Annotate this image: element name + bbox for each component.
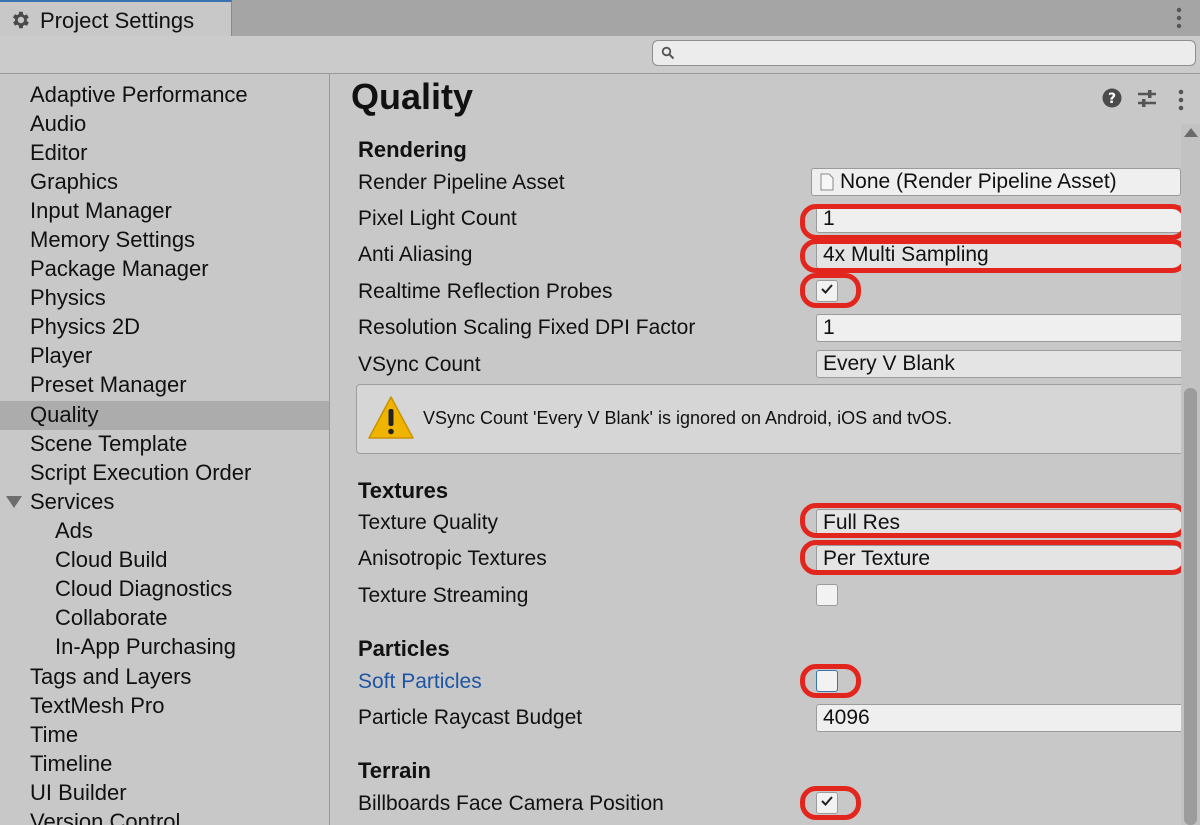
- sidebar-item-physics-2d[interactable]: Physics 2D: [30, 312, 140, 341]
- vsync-count-dropdown[interactable]: Every V Blank: [816, 350, 1186, 378]
- texture-streaming-label: Texture Streaming: [358, 584, 529, 607]
- sidebar-item-version-control[interactable]: Version Control: [30, 807, 180, 825]
- sidebar-item-quality[interactable]: Quality: [30, 400, 98, 429]
- warning-icon: [368, 396, 414, 439]
- sidebar-item-graphics[interactable]: Graphics: [30, 167, 118, 196]
- sidebar-item-editor[interactable]: Editor: [30, 138, 87, 167]
- render-pipeline-asset-label: Render Pipeline Asset: [358, 171, 565, 194]
- section-textures: Textures: [358, 478, 449, 503]
- pixel-light-count-label: Pixel Light Count: [358, 207, 517, 230]
- sidebar-item-timeline[interactable]: Timeline: [30, 749, 112, 778]
- billboards-face-camera-label: Billboards Face Camera Position: [358, 792, 664, 815]
- anti-aliasing-label: Anti Aliasing: [358, 243, 473, 266]
- sidebar-item-ui-builder[interactable]: UI Builder: [30, 778, 127, 807]
- sidebar-item-script-execution-order[interactable]: Script Execution Order: [30, 458, 251, 487]
- page-title: Quality: [351, 76, 474, 117]
- render-pipeline-asset-field[interactable]: None (Render Pipeline Asset): [811, 168, 1181, 196]
- soft-particles-label: Soft Particles: [358, 670, 482, 693]
- sidebar-item-textmesh-pro[interactable]: TextMesh Pro: [30, 691, 165, 720]
- sidebar: Adaptive Performance Audio Editor Graphi…: [0, 74, 330, 825]
- vsync-warning-text: VSync Count 'Every V Blank' is ignored o…: [423, 408, 953, 428]
- sidebar-item-cloud-diagnostics[interactable]: Cloud Diagnostics: [55, 574, 232, 603]
- sidebar-item-scene-template[interactable]: Scene Template: [30, 429, 187, 458]
- sidebar-item-ads[interactable]: Ads: [55, 516, 93, 545]
- sidebar-item-input-manager[interactable]: Input Manager: [30, 196, 172, 225]
- highlight-texture-quality: [800, 503, 1188, 538]
- section-terrain: Terrain: [358, 758, 431, 783]
- anisotropic-textures-label: Anisotropic Textures: [358, 547, 547, 570]
- settings-panel: Quality ? Rendering Render Pipeline Asse…: [331, 74, 1200, 825]
- scrollbar-thumb[interactable]: [1184, 388, 1197, 825]
- sidebar-item-time[interactable]: Time: [30, 720, 78, 749]
- highlight-soft-particles: [800, 664, 861, 698]
- sidebar-item-physics[interactable]: Physics: [30, 283, 106, 312]
- sidebar-item-cloud-build[interactable]: Cloud Build: [55, 545, 168, 574]
- sidebar-item-player[interactable]: Player: [30, 341, 92, 370]
- scroll-up-arrow-icon[interactable]: [1184, 128, 1198, 137]
- highlight-billboards-face-camera: [800, 786, 861, 820]
- particle-raycast-budget-label: Particle Raycast Budget: [358, 706, 583, 729]
- tab-project-settings[interactable]: Project Settings: [0, 0, 232, 36]
- highlight-anisotropic-textures: [800, 540, 1188, 575]
- sidebar-item-in-app-purchasing[interactable]: In-App Purchasing: [55, 632, 236, 661]
- expand-triangle-icon[interactable]: [6, 496, 22, 508]
- render-pipeline-asset-value: None (Render Pipeline Asset): [840, 170, 1117, 193]
- search-icon: [661, 46, 675, 60]
- highlight-realtime-reflection-probes: [800, 273, 861, 308]
- section-particles: Particles: [358, 636, 450, 661]
- sidebar-item-adaptive-performance[interactable]: Adaptive Performance: [30, 80, 248, 109]
- highlight-pixel-light-count: [800, 204, 1188, 240]
- help-icon[interactable]: ?: [1102, 88, 1122, 108]
- sidebar-item-memory-settings[interactable]: Memory Settings: [30, 225, 195, 254]
- sidebar-item-collaborate[interactable]: Collaborate: [55, 603, 168, 632]
- tab-title: Project Settings: [40, 8, 195, 33]
- more-options-icon[interactable]: [1177, 88, 1185, 112]
- search-input[interactable]: [652, 40, 1196, 66]
- gear-icon: [13, 11, 29, 29]
- sidebar-item-tags-and-layers[interactable]: Tags and Layers: [30, 662, 191, 691]
- resolution-scaling-input[interactable]: 1: [816, 314, 1186, 342]
- sidebar-item-preset-manager[interactable]: Preset Manager: [30, 370, 187, 399]
- realtime-reflection-probes-label: Realtime Reflection Probes: [358, 280, 613, 303]
- vsync-warning-box: VSync Count 'Every V Blank' is ignored o…: [356, 384, 1200, 454]
- sidebar-item-audio[interactable]: Audio: [30, 109, 86, 138]
- vertical-scrollbar[interactable]: [1181, 124, 1200, 825]
- sidebar-item-package-manager[interactable]: Package Manager: [30, 254, 209, 283]
- resolution-scaling-label: Resolution Scaling Fixed DPI Factor: [358, 316, 696, 339]
- sidebar-item-services[interactable]: Services: [30, 487, 114, 516]
- highlight-anti-aliasing: [800, 239, 1188, 273]
- texture-streaming-checkbox[interactable]: [816, 584, 838, 606]
- window-menu-icon[interactable]: [1176, 6, 1182, 30]
- vsync-count-label: VSync Count: [358, 353, 481, 376]
- svg-text:?: ?: [1108, 91, 1116, 107]
- texture-quality-label: Texture Quality: [358, 511, 499, 534]
- section-rendering: Rendering: [358, 137, 467, 162]
- particle-raycast-budget-input[interactable]: 4096: [816, 704, 1186, 732]
- asset-file-icon: [820, 173, 834, 191]
- preset-settings-icon[interactable]: [1136, 88, 1158, 110]
